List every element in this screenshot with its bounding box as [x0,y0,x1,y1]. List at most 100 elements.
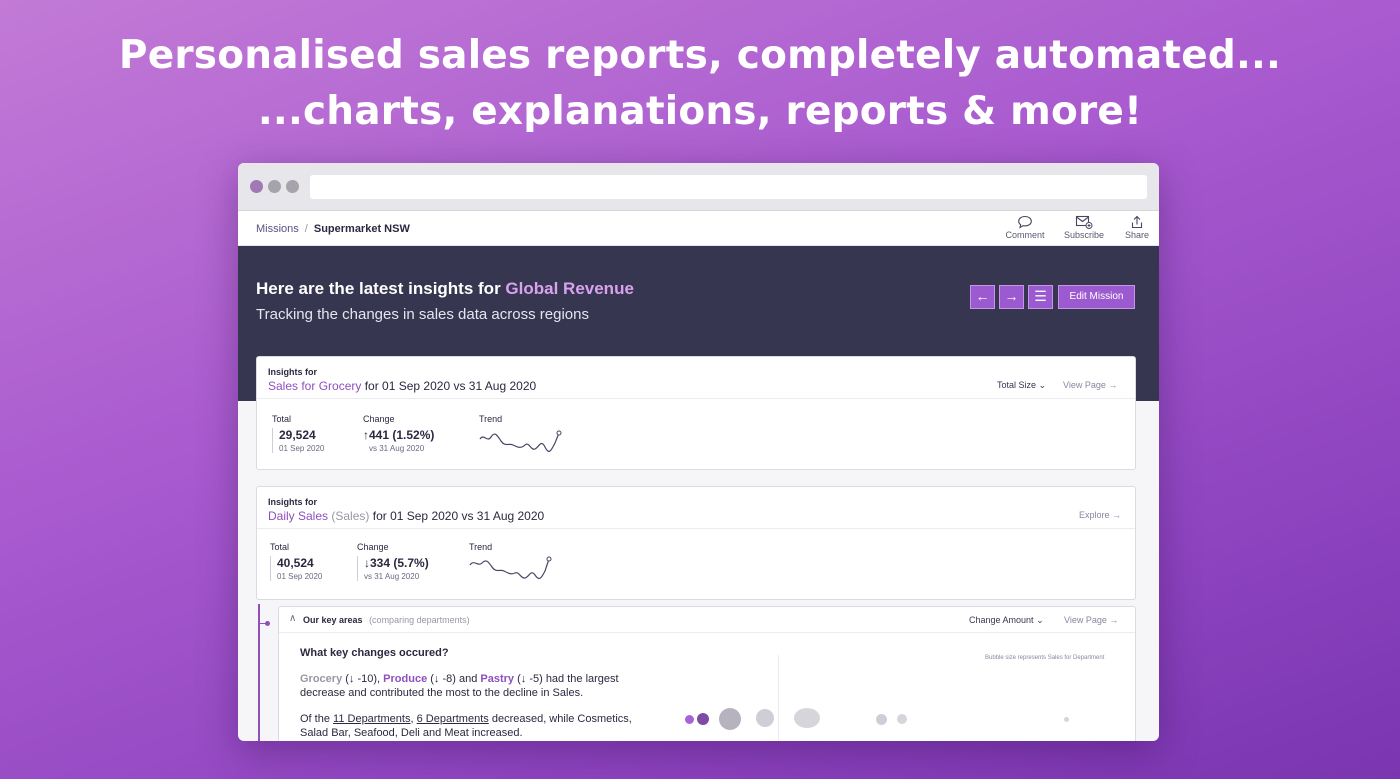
timeline-line [258,604,260,741]
period-text: for 01 Sep 2020 vs 31 Aug 2020 [372,509,545,523]
trend-label: Trend [479,414,503,424]
insights-for-label: Insights for [268,367,317,377]
view-page-link[interactable]: View Page → [1063,380,1117,390]
trend-sparkline [479,430,562,452]
share-button[interactable]: Share [1112,215,1159,240]
trend-sparkline [469,556,552,580]
departments-summary: Of the 11 Departments, 6 Departments dec… [300,713,632,739]
top-navbar: Missions / Supermarket NSW Comment Subscri… [238,211,1159,246]
edit-mission-button[interactable]: Edit Mission [1058,285,1135,309]
explore-link[interactable]: Explore → [1079,510,1121,520]
previous-button[interactable]: ← [970,285,995,309]
metric-link[interactable]: Daily Sales [268,509,328,523]
metric-link[interactable]: Sales for Grocery [268,379,361,393]
bubble[interactable] [876,714,887,725]
breadcrumb-missions-link[interactable]: Missions [256,223,299,235]
arrow-right-icon: → [1112,510,1122,520]
departments-total-link[interactable]: 11 Departments [333,713,410,725]
total-date: 01 Sep 2020 [279,444,325,453]
arrow-left-icon: ← [975,288,990,304]
key-areas-title-text: Our key areas [303,615,363,625]
dept-grocery-change: (↓ -10), [345,673,381,685]
change-value: ↓334 (5.7%) [364,556,429,570]
total-value: 29,524 [279,428,316,442]
headline-line-2: ...charts, explanations, reports & more! [257,89,1143,134]
view-page-link[interactable]: View Page → [1064,615,1118,625]
bubble[interactable] [719,708,741,730]
card-header: Insights for Daily Sales (Sales) for 01 … [257,487,1135,529]
total-size-dropdown[interactable]: Total Size ⌄ [997,380,1046,391]
address-bar[interactable] [310,175,1147,199]
change-stat: Change ↓334 (5.7%) vs 31 Aug 2020 [357,542,429,581]
dept-pastry[interactable]: Pastry [480,673,514,685]
view-page-label: View Page [1063,380,1106,390]
explore-label: Explore [1079,510,1110,520]
dropdown-label: Change Amount [969,615,1034,625]
insight-card-daily-sales: Insights for Daily Sales (Sales) for 01 … [256,486,1136,600]
change-label: Change [357,542,389,552]
bubble[interactable] [685,715,694,724]
departments-decreased-link[interactable]: 6 Departments [417,713,489,725]
arrow-right-icon: → [1004,288,1019,304]
change-date: vs 31 Aug 2020 [364,572,420,581]
total-stat: Total 29,524 01 Sep 2020 [272,414,324,453]
bubble[interactable] [897,714,907,724]
key-areas-title: Our key areas (comparing departments) [303,615,470,625]
comment-button[interactable]: Comment [1000,215,1050,240]
divider [778,655,779,741]
hero-title: Here are the latest insights for Global … [256,279,634,299]
window-close-dot[interactable] [250,180,263,193]
trend-stat: Trend [479,414,502,424]
browser-window: Missions / Supermarket NSW Comment Subscri… [238,163,1159,741]
bubble[interactable] [756,709,774,727]
change-amount-dropdown[interactable]: Change Amount ⌄ [969,615,1044,626]
breadcrumb-separator: / [304,223,308,235]
arrow-right-icon: → [1109,615,1119,625]
bubble[interactable] [794,708,820,728]
subscribe-button[interactable]: Subscribe [1059,215,1109,240]
card-header: Insights for Sales for Grocery for 01 Se… [257,357,1135,399]
hero-title-prefix: Here are the latest insights for [256,279,501,298]
total-date: 01 Sep 2020 [277,572,323,581]
comment-icon [1018,215,1032,229]
breadcrumb-current: Supermarket NSW [313,223,410,235]
share-icon [1131,215,1143,229]
hero-subtitle: Tracking the changes in sales data acros… [256,306,589,323]
key-areas-header[interactable]: ∧ Our key areas (comparing departments) … [279,607,1135,633]
total-label: Total [270,542,290,552]
browser-titlebar [238,163,1159,211]
dropdown-label: Total Size [997,380,1037,390]
change-date: vs 31 Aug 2020 [369,444,425,453]
window-maximize-dot[interactable] [286,180,299,193]
bubble[interactable] [1064,717,1069,722]
chevron-up-icon[interactable]: ∧ [289,613,296,624]
next-button[interactable]: → [999,285,1024,309]
headline-line-1: Personalised sales reports, completely a… [118,33,1282,78]
key-areas-card: ∧ Our key areas (comparing departments) … [278,606,1136,741]
chevron-down-icon: ⌄ [1038,380,1047,390]
insights-for-label: Insights for [268,497,317,507]
comment-label: Comment [1005,230,1045,240]
view-page-label: View Page [1064,615,1107,625]
dept-grocery[interactable]: Grocery [300,673,342,685]
departments-prefix: Of the [300,713,330,725]
hero-title-metric[interactable]: Global Revenue [505,279,633,298]
dept-produce-change: (↓ -8) and [430,673,478,685]
chevron-down-icon: ⌄ [1036,615,1044,625]
menu-icon: ☰ [1034,288,1047,304]
dept-produce[interactable]: Produce [383,673,427,685]
headline: Personalised sales reports, completely a… [0,28,1400,140]
subscribe-label: Subscribe [1063,230,1105,240]
metric-qualifier: (Sales) [331,509,370,523]
insight-title: Daily Sales (Sales) for 01 Sep 2020 vs 3… [268,509,544,523]
share-label: Share [1124,230,1150,240]
change-stat: Change ↑441 (1.52%) vs 31 Aug 2020 [363,414,434,453]
menu-button[interactable]: ☰ [1028,285,1053,309]
key-changes-question: What key changes occured? [300,647,449,659]
bubble[interactable] [697,713,709,725]
insight-card-sales-grocery: Insights for Sales for Grocery for 01 Se… [256,356,1136,470]
total-label: Total [272,414,292,424]
arrow-right-icon: → [1108,380,1118,390]
window-minimize-dot[interactable] [268,180,281,193]
total-value: 40,524 [277,556,314,570]
